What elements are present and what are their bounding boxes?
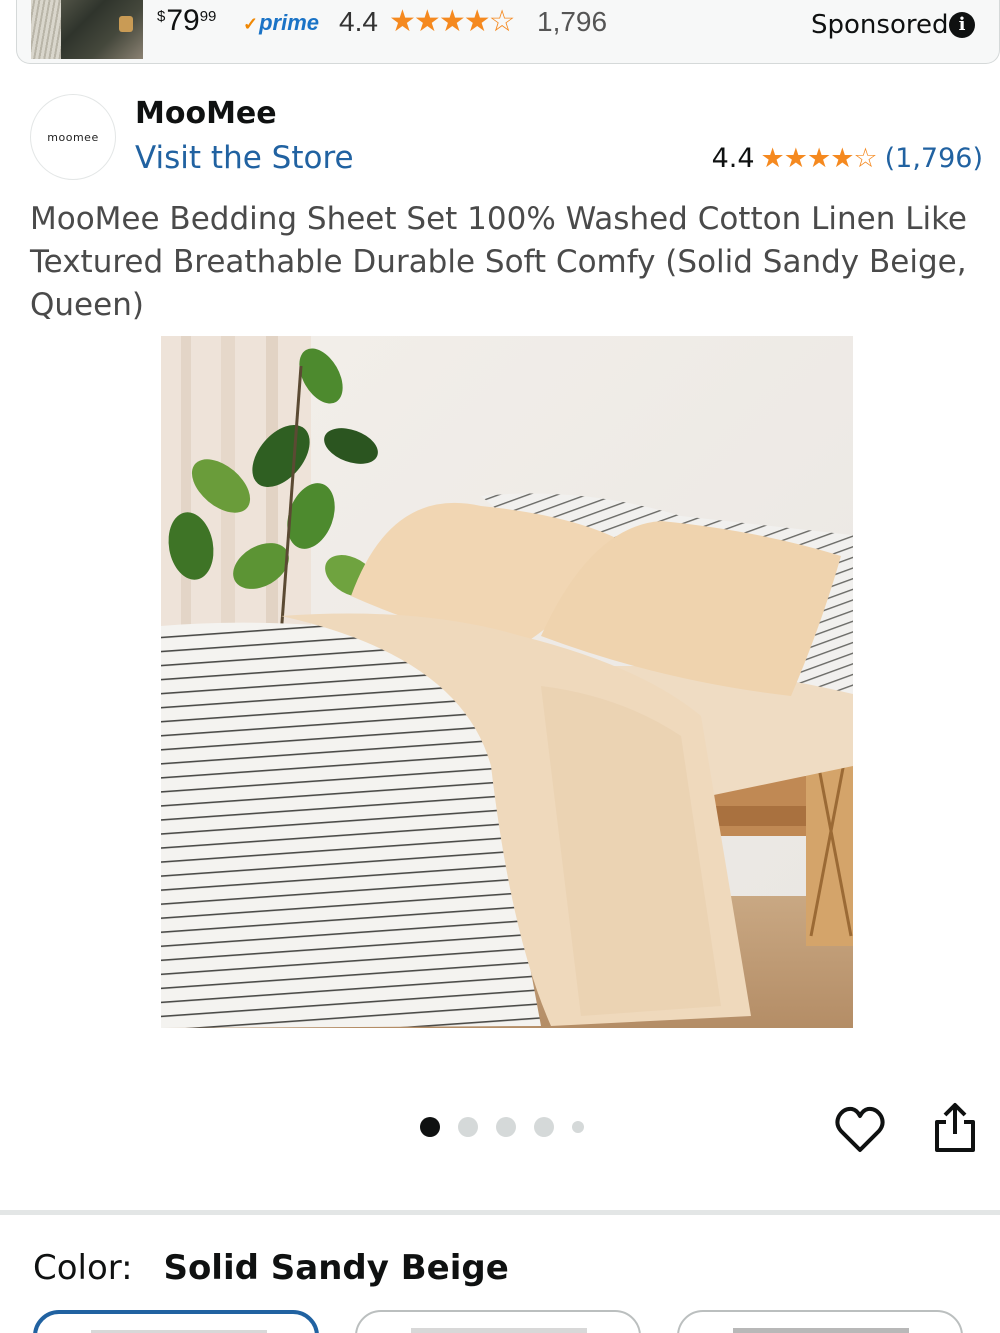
ad-review-count: 1,796 xyxy=(537,6,608,37)
star-half-icon: ☆ xyxy=(853,143,877,174)
star-icon: ★ xyxy=(389,4,416,39)
color-selection: Color: Solid Sandy Beige xyxy=(33,1248,509,1288)
ad-price: $7999 xyxy=(157,4,217,37)
color-swatch[interactable] xyxy=(677,1310,963,1333)
color-swatch-selected[interactable] xyxy=(33,1310,319,1333)
add-to-list-button[interactable] xyxy=(834,1104,886,1156)
rating-value: 4.4 xyxy=(711,143,755,174)
star-icon: ★ xyxy=(783,143,808,174)
star-rating: ★★★★☆ xyxy=(760,143,878,174)
prime-badge: ✓prime xyxy=(243,10,320,35)
carousel-dot[interactable] xyxy=(458,1117,478,1137)
heart-icon xyxy=(835,1106,885,1152)
carousel-dot[interactable] xyxy=(420,1117,440,1137)
ad-thumbnail-image[interactable] xyxy=(31,0,143,59)
product-rating[interactable]: 4.4 ★★★★☆ (1,796) xyxy=(712,143,983,174)
section-divider xyxy=(0,1210,1000,1215)
carousel-dot[interactable] xyxy=(496,1117,516,1137)
sponsored-ad-bar[interactable]: $7999 ✓prime 4.4 ★★★★☆ 1,796 Sponsored i xyxy=(16,0,1000,64)
carousel-dot[interactable] xyxy=(572,1121,584,1133)
product-image[interactable] xyxy=(161,336,853,1028)
image-carousel-dots[interactable] xyxy=(420,1117,602,1137)
rating-count-link[interactable]: (1,796) xyxy=(885,143,983,174)
carousel-dot[interactable] xyxy=(534,1117,554,1137)
prime-check-icon: ✓ xyxy=(243,14,259,34)
star-icon: ★ xyxy=(806,143,831,174)
sponsored-label: Sponsored xyxy=(811,10,949,40)
star-icon: ★ xyxy=(830,143,854,174)
color-value: Solid Sandy Beige xyxy=(163,1248,509,1288)
star-half-icon: ☆ xyxy=(488,4,516,39)
star-icon: ★ xyxy=(463,4,491,39)
share-button[interactable] xyxy=(932,1100,978,1156)
brand-name: MooMee xyxy=(135,96,277,131)
color-label: Color: xyxy=(33,1248,133,1288)
ad-star-rating: ★★★★☆ xyxy=(389,4,516,39)
star-icon: ★ xyxy=(413,4,441,39)
brand-logo[interactable]: moomee xyxy=(30,94,116,180)
share-icon xyxy=(935,1103,975,1152)
ad-rating-value: 4.4 xyxy=(339,6,378,37)
info-icon[interactable]: i xyxy=(949,12,975,38)
color-swatch[interactable] xyxy=(355,1310,641,1333)
product-title: MooMee Bedding Sheet Set 100% Washed Cot… xyxy=(30,201,967,323)
visit-store-link[interactable]: Visit the Store xyxy=(135,140,354,176)
star-icon: ★ xyxy=(760,143,785,174)
star-icon: ★ xyxy=(438,4,466,39)
